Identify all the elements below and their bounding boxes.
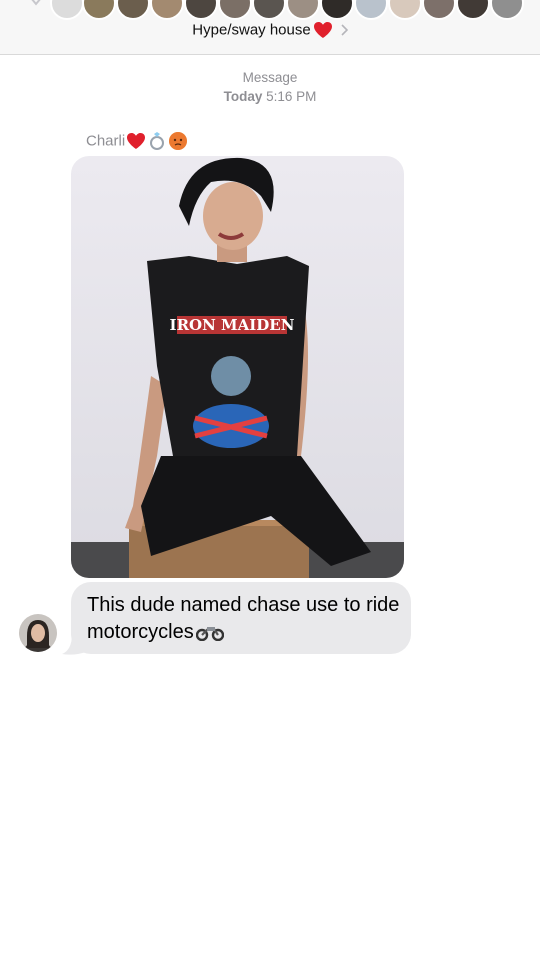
conversation-header: Hype/sway house xyxy=(0,0,540,55)
group-avatars[interactable] xyxy=(30,0,540,20)
group-avatar xyxy=(354,0,388,20)
shirt-text: IRON MAIDEN xyxy=(170,316,295,334)
timestamp-day: Today xyxy=(223,89,263,104)
photo-attachment[interactable]: IRON MAIDEN xyxy=(71,156,404,578)
motorcycle-icon xyxy=(195,627,224,642)
group-avatar xyxy=(286,0,320,20)
sender-avatar-image xyxy=(19,614,57,652)
sender-name-row: Charli xyxy=(86,131,188,151)
group-avatar xyxy=(82,0,116,20)
group-avatar xyxy=(456,0,490,20)
sender-name: Charli xyxy=(86,132,126,150)
group-avatar xyxy=(50,0,84,20)
group-avatar xyxy=(320,0,354,20)
group-avatar xyxy=(252,0,286,20)
message-text: This dude named chase use to ride motorc… xyxy=(87,592,403,646)
chevron-right-icon[interactable] xyxy=(341,24,348,36)
timestamp-time: 5:16 PM xyxy=(266,89,317,104)
group-avatar xyxy=(116,0,150,20)
group-avatar xyxy=(388,0,422,20)
message-bubble[interactable]: This dude named chase use to ride motorc… xyxy=(71,582,411,654)
message-body: This dude named chase use to ride motorc… xyxy=(87,594,400,643)
service-label: Message xyxy=(242,70,298,85)
group-avatar xyxy=(490,0,524,20)
group-name[interactable]: Hype/sway house xyxy=(192,22,310,39)
group-avatar xyxy=(184,0,218,20)
red-heart-icon xyxy=(127,133,146,149)
group-avatar xyxy=(150,0,184,20)
sender-avatar[interactable] xyxy=(19,614,57,652)
group-avatar xyxy=(218,0,252,20)
blushing-face-icon xyxy=(169,132,188,150)
attached-photo: IRON MAIDEN xyxy=(71,156,404,578)
group-avatar xyxy=(422,0,456,20)
group-title[interactable]: Hype/sway house xyxy=(0,21,540,39)
message-timestamp: Today 5:16 PM xyxy=(0,89,540,104)
ring-icon xyxy=(150,132,165,150)
red-heart-icon xyxy=(313,22,332,39)
